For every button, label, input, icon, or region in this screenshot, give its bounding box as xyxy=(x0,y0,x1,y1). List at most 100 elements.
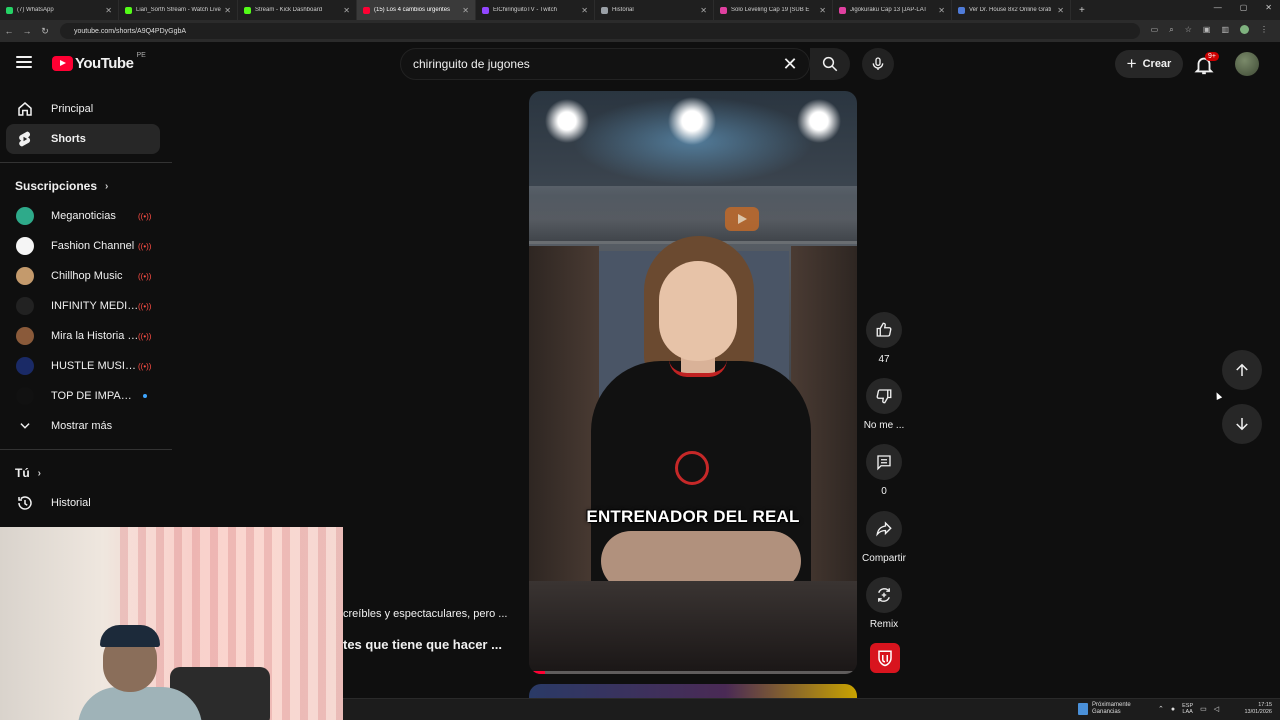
tab-close-icon[interactable]: ✕ xyxy=(700,6,707,15)
browser-tab[interactable]: (15) Los 4 cambios urgentes ✕ xyxy=(357,0,476,20)
tab-close-icon[interactable]: ✕ xyxy=(1057,6,1064,15)
dislike-button[interactable] xyxy=(866,378,902,414)
sidebar-item-historial[interactable]: Historial xyxy=(0,488,172,518)
browser-tab[interactable]: (7) WhatsApp ✕ xyxy=(0,0,119,20)
video-play-button-prop xyxy=(725,207,759,231)
comments-button[interactable] xyxy=(866,444,902,480)
video-shirt-collar xyxy=(669,359,727,377)
sidebar-subscription-item[interactable]: Chillhop Music ((•)) xyxy=(0,261,172,291)
previous-short-button[interactable] xyxy=(1222,350,1262,390)
url-text: youtube.com/shorts/A9Q4PDyGgbA xyxy=(74,27,187,35)
you-heading[interactable]: Tú › xyxy=(0,458,172,488)
channel-avatar-image xyxy=(16,207,34,225)
channel-avatar-image xyxy=(16,267,34,285)
tab-title: Jigokuraku Cap 13 [JAP-LAT xyxy=(850,7,927,13)
like-button[interactable] xyxy=(866,312,902,348)
browser-tab[interactable]: Jigokuraku Cap 13 [JAP-LAT ✕ xyxy=(833,0,952,20)
clear-search-icon[interactable]: ✕ xyxy=(777,54,803,75)
volume-icon[interactable]: ◁ xyxy=(1214,705,1219,713)
create-button[interactable]: + Crear xyxy=(1115,50,1183,78)
search-button[interactable] xyxy=(810,48,850,80)
webcam-person-cap xyxy=(100,625,160,647)
remix-label: Remix xyxy=(869,619,899,630)
show-more-button[interactable]: Mostrar más xyxy=(0,411,172,441)
sidebar-subscription-item[interactable]: TOP DE IMPACTO xyxy=(0,381,172,411)
channel-avatar-image xyxy=(16,237,34,255)
lang-line2: LAA xyxy=(1182,709,1193,715)
youtube-logo[interactable]: YouTube PE xyxy=(52,52,146,72)
sidebar-subscription-item[interactable]: Fashion Channel ((•)) xyxy=(0,231,172,261)
notification-count-badge: 9+ xyxy=(1205,52,1219,61)
tab-close-icon[interactable]: ✕ xyxy=(224,6,231,15)
tray-mic-icon[interactable]: ● xyxy=(1171,706,1175,713)
sidebar-subscription-item[interactable]: INFINITY MEDIA ... ((•)) xyxy=(0,291,172,321)
tab-favicon-icon xyxy=(720,6,727,14)
subscriptions-heading[interactable]: Suscripciones › xyxy=(0,171,172,201)
subscription-label: TOP DE IMPACTO xyxy=(51,390,139,402)
share-button[interactable] xyxy=(866,511,902,547)
sidebar-item-shorts[interactable]: Shorts xyxy=(6,124,160,154)
sidebar-divider xyxy=(0,162,172,163)
profile-icon[interactable] xyxy=(1240,25,1249,34)
taskbar-clock[interactable]: 17:15 13/01/2026 xyxy=(1244,702,1272,716)
history-icon xyxy=(16,494,34,512)
sidebar-item-label: Principal xyxy=(51,103,94,115)
next-short-button[interactable] xyxy=(1222,404,1262,444)
next-short-preview[interactable] xyxy=(529,684,857,698)
tab-close-icon[interactable]: ✕ xyxy=(938,6,945,15)
tab-close-icon[interactable]: ✕ xyxy=(819,6,826,15)
subscriptions-heading-label: Suscripciones xyxy=(15,179,98,193)
network-icon[interactable]: ▭ xyxy=(1200,705,1207,713)
sidebar-item-label: Shorts xyxy=(51,133,86,145)
tab-close-icon[interactable]: ✕ xyxy=(581,6,588,15)
maximize-button[interactable]: ▢ xyxy=(1240,3,1248,12)
input-language[interactable]: ESP LAA xyxy=(1182,703,1193,715)
taskbar-widget[interactable]: Próximamente Ganancias xyxy=(1078,702,1131,716)
subscription-label: HUSTLE MUSIC (... xyxy=(51,360,139,372)
short-video-player[interactable]: ENTRENADOR DEL REAL xyxy=(529,91,857,674)
tab-title: Ver Dr. House 8x2 Online Grati xyxy=(969,7,1052,13)
live-indicator-icon: ((•)) xyxy=(138,331,152,341)
cast-icon[interactable]: ▭ xyxy=(1151,25,1159,35)
sidebar-subscription-item[interactable]: HUSTLE MUSIC (...((•)) xyxy=(0,351,172,381)
zoom-icon[interactable]: ⌕ xyxy=(1169,25,1173,35)
tab-close-icon[interactable]: ✕ xyxy=(462,6,469,15)
live-indicator-icon: ((•)) xyxy=(138,361,152,371)
sidebar-item-principal[interactable]: Principal xyxy=(0,94,172,124)
browser-tab[interactable]: Lian_Sorth Stream - Watch Live ✕ xyxy=(119,0,238,20)
thumbs-up-icon xyxy=(876,322,892,337)
forward-button[interactable]: → xyxy=(18,26,36,36)
tab-close-icon[interactable]: ✕ xyxy=(343,6,350,15)
hamburger-menu-icon[interactable] xyxy=(16,56,32,70)
account-avatar[interactable] xyxy=(1235,52,1259,76)
sidebar-toggle-icon[interactable]: ▥ xyxy=(1221,25,1229,35)
microphone-icon xyxy=(872,57,884,70)
back-button[interactable]: ← xyxy=(0,26,18,36)
tray-chevron-icon[interactable]: ⌃ xyxy=(1158,705,1164,713)
browser-menu-icon[interactable]: ⋮ xyxy=(1260,25,1268,35)
tab-favicon-icon xyxy=(482,6,489,14)
sidebar-subscription-item[interactable]: Mira la Historia /... ((•)) xyxy=(0,321,172,351)
short-title[interactable]: tes que tiene que hacer ... xyxy=(343,637,502,652)
sidebar-subscription-item[interactable]: Meganoticias ((•)) xyxy=(0,201,172,231)
browser-tab[interactable]: ElChiringuitoTV - Twitch ✕ xyxy=(476,0,595,20)
voice-search-button[interactable] xyxy=(862,48,894,80)
browser-tab[interactable]: Ver Dr. House 8x2 Online Grati ✕ xyxy=(952,0,1071,20)
tab-title: (7) WhatsApp xyxy=(17,7,54,13)
browser-tab[interactable]: Historial ✕ xyxy=(595,0,714,20)
search-input[interactable] xyxy=(401,57,777,71)
tab-close-icon[interactable]: ✕ xyxy=(105,6,112,15)
channel-avatar-button[interactable] xyxy=(870,643,900,673)
close-window-button[interactable]: ✕ xyxy=(1265,3,1272,12)
remix-button[interactable] xyxy=(866,577,902,613)
reload-button[interactable]: ↻ xyxy=(36,26,54,37)
address-bar[interactable]: youtube.com/shorts/A9Q4PDyGgbA xyxy=(60,23,1140,39)
minimize-button[interactable]: — xyxy=(1214,3,1222,12)
extensions-icon[interactable]: ▣ xyxy=(1203,25,1211,35)
bookmark-star-icon[interactable]: ☆ xyxy=(1185,25,1192,35)
new-tab-button[interactable]: + xyxy=(1079,5,1085,16)
browser-tab[interactable]: Stream - Kick Dashboard ✕ xyxy=(238,0,357,20)
video-progress-bar[interactable] xyxy=(529,671,857,674)
search-icon xyxy=(822,56,838,72)
browser-tab[interactable]: Solo Leveling Cap 19 [SUB E ✕ xyxy=(714,0,833,20)
